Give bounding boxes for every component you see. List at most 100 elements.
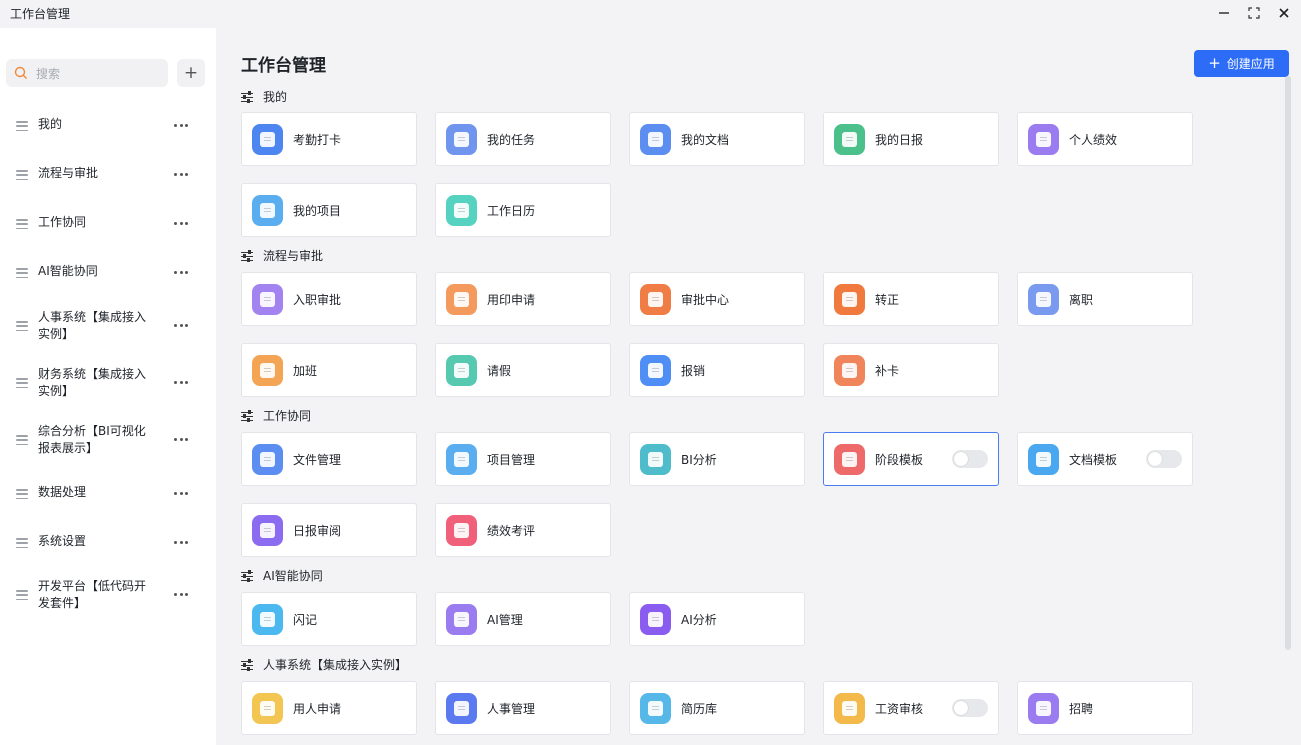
sidebar-item[interactable]: AI智能协同	[0, 263, 216, 283]
app-card[interactable]: 入职审批	[241, 272, 417, 326]
more-icon[interactable]	[174, 438, 188, 442]
sidebar-item[interactable]: 系统设置	[0, 533, 216, 553]
app-card[interactable]: 我的任务	[435, 112, 611, 166]
app-label: 招聘	[1069, 701, 1094, 716]
resume-icon	[640, 692, 671, 724]
sidebar-item[interactable]: 人事系统【集成接入实例】	[0, 309, 216, 343]
app-card[interactable]: 我的日报	[823, 112, 999, 166]
app-card[interactable]: 工资审核	[823, 681, 999, 735]
drag-handle-icon[interactable]	[16, 219, 28, 229]
project-layers-icon	[252, 194, 283, 226]
close-icon[interactable]	[1273, 3, 1295, 23]
app-label: 日报审阅	[293, 523, 342, 538]
seal-icon	[446, 283, 477, 315]
app-card[interactable]: 简历库	[629, 681, 805, 735]
app-card[interactable]: AI分析	[629, 592, 805, 646]
app-card[interactable]: 文件管理	[241, 432, 417, 486]
sidebar-item[interactable]: 流程与审批	[0, 165, 216, 185]
app-card[interactable]: 个人绩效	[1017, 112, 1193, 166]
project-manage-icon	[446, 443, 477, 475]
app-card[interactable]: 绩效考评	[435, 503, 611, 557]
sidebar-item[interactable]: 综合分析【BI可视化报表展示】	[0, 423, 216, 457]
drag-handle-icon[interactable]	[16, 268, 28, 278]
app-card[interactable]: 审批中心	[629, 272, 805, 326]
app-card[interactable]: 我的文档	[629, 112, 805, 166]
app-card[interactable]: 我的项目	[241, 183, 417, 237]
recruit-icon	[1028, 692, 1059, 724]
app-card[interactable]: AI管理	[435, 592, 611, 646]
more-icon[interactable]	[174, 124, 188, 128]
drag-handle-icon[interactable]	[16, 435, 28, 445]
resignation-icon	[1028, 283, 1059, 315]
minimize-icon[interactable]	[1213, 3, 1235, 23]
sidebar-item[interactable]: 数据处理	[0, 484, 216, 504]
sidebar-item[interactable]: 我的	[0, 116, 216, 136]
maximize-icon[interactable]	[1243, 3, 1265, 23]
drag-handle-icon[interactable]	[16, 170, 28, 180]
app-card[interactable]: 用人申请	[241, 681, 417, 735]
drag-handle-icon[interactable]	[16, 538, 28, 548]
app-card[interactable]: 阶段模板	[823, 432, 999, 486]
page-title: 工作台管理	[241, 56, 326, 76]
app-label: 文档模板	[1069, 452, 1118, 467]
app-card[interactable]: 用印申请	[435, 272, 611, 326]
more-icon[interactable]	[174, 541, 188, 545]
sidebar-item[interactable]: 开发平台【低代码开发套件】	[0, 578, 216, 612]
app-label: 我的任务	[487, 132, 536, 147]
app-card[interactable]: 日报审阅	[241, 503, 417, 557]
app-card[interactable]: 工作日历	[435, 183, 611, 237]
drag-handle-icon[interactable]	[16, 378, 28, 388]
enable-toggle[interactable]	[1146, 450, 1182, 468]
app-card[interactable]: 考勤打卡	[241, 112, 417, 166]
app-card[interactable]: 人事管理	[435, 681, 611, 735]
search-input[interactable]: 搜索	[6, 59, 168, 87]
add-group-button[interactable]: +	[177, 59, 205, 87]
app-card[interactable]: 项目管理	[435, 432, 611, 486]
sidebar-item-label: 工作协同	[38, 215, 87, 229]
enable-toggle[interactable]	[952, 699, 988, 717]
drag-handle-icon[interactable]	[16, 489, 28, 499]
app-card[interactable]: 报销	[629, 343, 805, 397]
app-card[interactable]: 请假	[435, 343, 611, 397]
title-bar: 工作台管理	[0, 0, 1301, 28]
drag-handle-icon[interactable]	[16, 321, 28, 331]
filter-icon	[241, 659, 253, 671]
app-card[interactable]: BI分析	[629, 432, 805, 486]
section-header: 我的	[241, 88, 287, 105]
app-card[interactable]: 转正	[823, 272, 999, 326]
more-icon[interactable]	[174, 381, 188, 385]
overtime-icon	[252, 354, 283, 386]
drag-handle-icon[interactable]	[16, 121, 28, 131]
app-label: 人事管理	[487, 701, 536, 716]
sidebar-item[interactable]: 工作协同	[0, 214, 216, 234]
app-label: 加班	[293, 363, 318, 378]
app-card[interactable]: 离职	[1017, 272, 1193, 326]
more-icon[interactable]	[174, 492, 188, 496]
app-card[interactable]: 加班	[241, 343, 417, 397]
vertical-scrollbar[interactable]	[1285, 76, 1291, 650]
more-icon[interactable]	[174, 593, 188, 597]
section-title: 人事系统【集成接入实例】	[263, 658, 408, 672]
app-label: 转正	[875, 292, 900, 307]
create-app-button[interactable]: + 创建应用	[1194, 50, 1289, 77]
daily-report-icon	[834, 123, 865, 155]
enable-toggle[interactable]	[952, 450, 988, 468]
app-label: 工作日历	[487, 203, 536, 218]
app-card[interactable]: 闪记	[241, 592, 417, 646]
sidebar-item-label: 我的	[38, 117, 63, 131]
section-header: AI智能协同	[241, 567, 323, 584]
more-icon[interactable]	[174, 271, 188, 275]
app-label: 个人绩效	[1069, 132, 1118, 147]
section-title: 流程与审批	[263, 249, 324, 263]
app-label: 报销	[681, 363, 706, 378]
more-icon[interactable]	[174, 173, 188, 177]
more-icon[interactable]	[174, 324, 188, 328]
sidebar-item[interactable]: 财务系统【集成接入实例】	[0, 366, 216, 400]
more-icon[interactable]	[174, 222, 188, 226]
sidebar-item-label: 开发平台【低代码开发套件】	[38, 579, 147, 610]
drag-handle-icon[interactable]	[16, 590, 28, 600]
app-card[interactable]: 补卡	[823, 343, 999, 397]
app-card[interactable]: 招聘	[1017, 681, 1193, 735]
app-label: 入职审批	[293, 292, 342, 307]
app-card[interactable]: 文档模板	[1017, 432, 1193, 486]
